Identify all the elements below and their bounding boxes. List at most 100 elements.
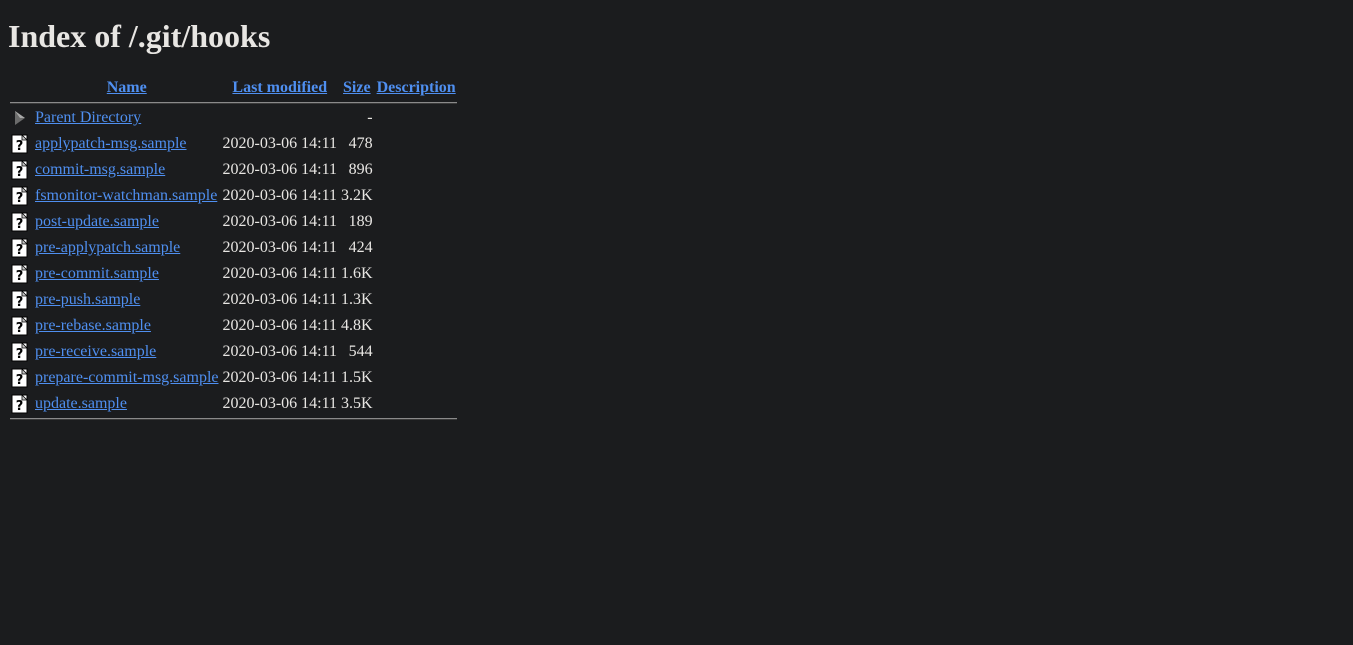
file-icon-cell: ? [10,236,32,260]
file-description-cell [376,366,457,390]
sort-by-name-link[interactable]: Name [107,79,147,96]
file-description-cell [376,236,457,260]
file-link[interactable]: post-update.sample [35,213,159,230]
file-link[interactable]: prepare-commit-msg.sample [35,369,219,386]
file-link[interactable]: applypatch-msg.sample [35,135,187,152]
svg-text:?: ? [16,373,24,388]
unknown-file-icon: ? [11,264,29,284]
page-title: Index of /.git/hooks [8,18,271,54]
file-size-cell: 3.5K [341,395,373,412]
unknown-file-icon: ? [11,212,29,232]
file-description-cell [376,288,457,312]
file-icon-cell: ? [10,262,32,286]
file-link[interactable]: pre-commit.sample [35,265,159,282]
unknown-file-icon: ? [11,394,29,414]
file-link[interactable]: pre-applypatch.sample [35,239,180,256]
file-row: ? applypatch-msg.sample 2020-03-06 14:11… [10,132,457,156]
file-link[interactable]: update.sample [35,395,127,412]
svg-text:?: ? [16,269,24,284]
file-modified-cell: 2020-03-06 14:11 [222,239,338,256]
file-icon-cell: ? [10,314,32,338]
file-icon-cell: ? [10,392,32,416]
file-row: ? pre-push.sample 2020-03-06 14:11 1.3K [10,288,457,312]
header-row: Name Last modified Size Description [10,76,457,100]
header-size: Size [340,76,374,100]
file-description-cell [376,132,457,156]
file-name-cell: pre-commit.sample [34,262,220,286]
file-link[interactable]: fsmonitor-watchman.sample [35,187,217,204]
file-name-cell: update.sample [34,392,220,416]
svg-text:?: ? [16,399,24,414]
file-row: ? commit-msg.sample 2020-03-06 14:11 896 [10,158,457,182]
header-name: Name [34,76,220,100]
unknown-file-icon: ? [11,134,29,154]
file-icon-cell: ? [10,184,32,208]
file-row: ? update.sample 2020-03-06 14:11 3.5K [10,392,457,416]
file-description-cell [376,392,457,416]
file-modified-cell: 2020-03-06 14:11 [222,291,338,308]
svg-text:?: ? [16,321,24,336]
header-icon-cell [10,76,32,100]
file-row: ? pre-commit.sample 2020-03-06 14:11 1.6… [10,262,457,286]
file-size-cell: 896 [348,161,373,178]
svg-text:?: ? [16,165,24,180]
svg-text:?: ? [16,217,24,232]
page: Index of /.git/hooks Name Last modified … [0,0,1353,430]
file-modified-cell: 2020-03-06 14:11 [222,135,338,152]
file-link[interactable]: pre-push.sample [35,291,140,308]
file-name-cell: prepare-commit-msg.sample [34,366,220,390]
header-divider [10,102,457,104]
file-icon-cell: ? [10,288,32,312]
file-name-cell: pre-receive.sample [34,340,220,364]
file-icon-cell: ? [10,366,32,390]
parent-description-cell [376,106,457,130]
parent-size-cell: - [367,109,373,126]
svg-text:?: ? [16,295,24,310]
file-modified-cell: 2020-03-06 14:11 [222,265,338,282]
file-size-cell: 4.8K [341,317,373,334]
parent-icon-cell [10,106,32,130]
file-modified-cell: 2020-03-06 14:11 [222,317,338,334]
file-size-cell: 1.6K [341,265,373,282]
file-icon-cell: ? [10,158,32,182]
header-description: Description [376,76,457,100]
sort-by-size-link[interactable]: Size [343,79,371,96]
file-modified-cell: 2020-03-06 14:11 [222,187,338,204]
file-row: ? pre-rebase.sample 2020-03-06 14:11 4.8… [10,314,457,338]
back-icon [11,108,29,128]
file-name-cell: post-update.sample [34,210,220,234]
file-modified-cell: 2020-03-06 14:11 [222,213,338,230]
svg-text:?: ? [16,139,24,154]
file-row: ? prepare-commit-msg.sample 2020-03-06 1… [10,366,457,390]
parent-directory-link[interactable]: Parent Directory [35,109,141,126]
file-link[interactable]: commit-msg.sample [35,161,165,178]
file-link[interactable]: pre-rebase.sample [35,317,151,334]
file-description-cell [376,184,457,208]
unknown-file-icon: ? [11,160,29,180]
file-description-cell [376,210,457,234]
file-icon-cell: ? [10,132,32,156]
parent-name-cell: Parent Directory [34,106,220,130]
file-size-cell: 3.2K [341,187,373,204]
file-modified-cell: 2020-03-06 14:11 [222,343,338,360]
file-size-cell: 424 [348,239,373,256]
file-link[interactable]: pre-receive.sample [35,343,156,360]
file-name-cell: pre-rebase.sample [34,314,220,338]
file-size-cell: 1.3K [341,291,373,308]
file-description-cell [376,262,457,286]
file-name-cell: pre-push.sample [34,288,220,312]
file-listing-table: Name Last modified Size Description Pare… [8,74,459,422]
file-description-cell [376,340,457,364]
file-row: ? pre-applypatch.sample 2020-03-06 14:11… [10,236,457,260]
file-modified-cell: 2020-03-06 14:11 [222,395,338,412]
parent-modified-cell [222,106,339,130]
unknown-file-icon: ? [11,342,29,362]
svg-text:?: ? [16,347,24,362]
parent-directory-row: Parent Directory - [10,106,457,130]
sort-by-description-link[interactable]: Description [377,79,456,96]
unknown-file-icon: ? [11,238,29,258]
sort-by-last-modified-link[interactable]: Last modified [232,79,327,96]
file-description-cell [376,314,457,338]
file-row: ? post-update.sample 2020-03-06 14:11 18… [10,210,457,234]
file-modified-cell: 2020-03-06 14:11 [222,369,338,386]
